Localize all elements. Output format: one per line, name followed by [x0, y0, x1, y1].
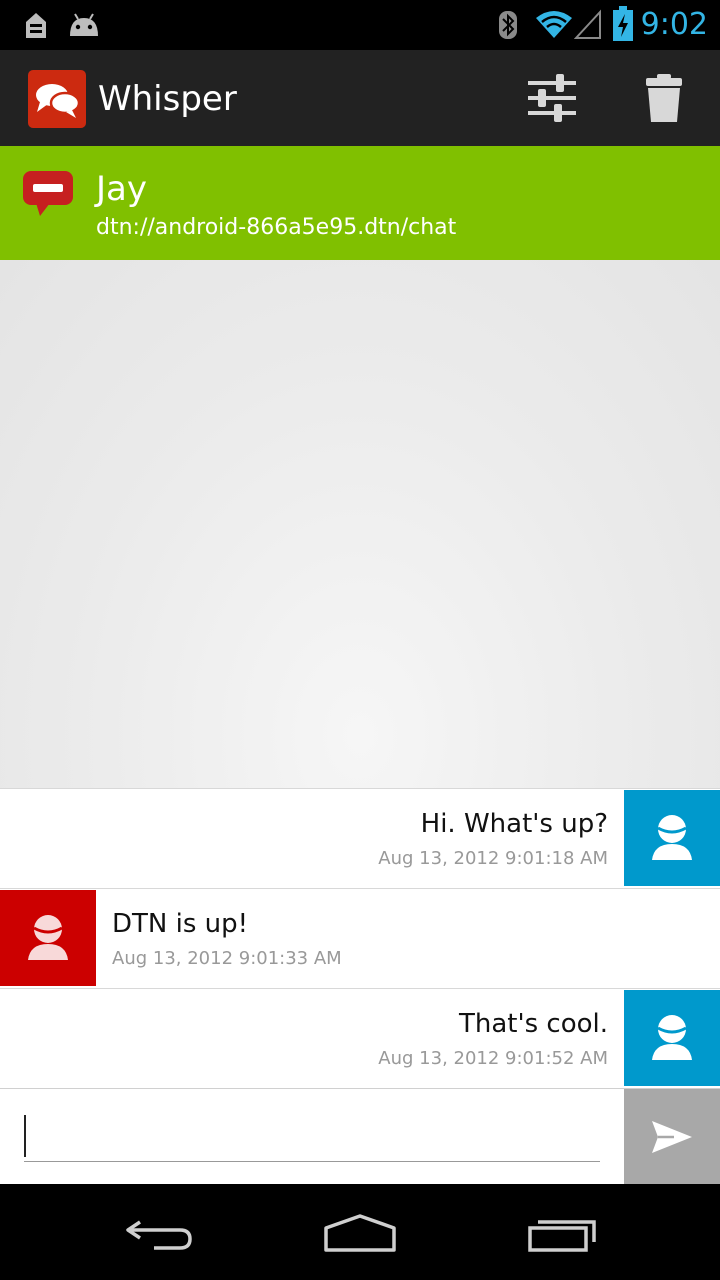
message-text: Hi. What's up?	[420, 809, 608, 839]
android-icon	[70, 13, 98, 36]
send-icon	[652, 1121, 692, 1153]
back-icon	[126, 1220, 192, 1250]
recent-apps-icon	[528, 1220, 596, 1252]
message-timestamp: Aug 13, 2012 9:01:52 AM	[378, 1048, 608, 1069]
message-item: DTN is up! Aug 13, 2012 9:01:33 AM	[0, 888, 720, 987]
chat-empty-area	[0, 260, 720, 788]
signal-icon	[574, 9, 601, 39]
action-bar: Whisper	[0, 50, 720, 146]
settings-button[interactable]	[504, 50, 600, 146]
send-button[interactable]	[624, 1089, 720, 1185]
battery-charging-icon	[613, 6, 633, 41]
app-logo-icon	[28, 70, 86, 128]
usb-debug-icon	[26, 13, 46, 38]
buddy-address: dtn://android-866a5e95.dtn/chat	[96, 215, 457, 240]
wifi-icon	[536, 11, 572, 38]
message-text: That's cool.	[458, 1009, 608, 1039]
avatar	[624, 990, 720, 1086]
app-title: Whisper	[98, 79, 237, 119]
settings-sliders-icon	[528, 74, 576, 122]
text-cursor	[24, 1115, 26, 1157]
recent-apps-button[interactable]	[502, 1200, 622, 1264]
bluetooth-icon	[499, 11, 517, 39]
user-avatar-icon	[652, 815, 692, 860]
status-clock: 9:02	[640, 7, 708, 42]
message-timestamp: Aug 13, 2012 9:01:18 AM	[378, 848, 608, 869]
delete-button[interactable]	[616, 50, 712, 146]
avatar	[624, 790, 720, 886]
status-bar: 9:02	[0, 0, 720, 50]
busy-status-icon	[23, 171, 73, 216]
avatar	[0, 890, 96, 986]
back-button[interactable]	[100, 1200, 220, 1264]
buddy-header: Jay dtn://android-866a5e95.dtn/chat	[0, 146, 720, 260]
trash-icon	[646, 74, 682, 122]
message-item: Hi. What's up? Aug 13, 2012 9:01:18 AM	[0, 788, 720, 887]
message-list: Hi. What's up? Aug 13, 2012 9:01:18 AM D…	[0, 788, 720, 1088]
message-composer	[0, 1088, 720, 1185]
message-item: That's cool. Aug 13, 2012 9:01:52 AM	[0, 988, 720, 1087]
home-button[interactable]	[300, 1200, 420, 1264]
user-avatar-icon	[652, 1015, 692, 1060]
message-timestamp: Aug 13, 2012 9:01:33 AM	[112, 948, 342, 969]
message-text: DTN is up!	[112, 909, 249, 939]
navigation-bar	[0, 1184, 720, 1280]
message-input[interactable]	[24, 1111, 600, 1162]
home-icon	[324, 1214, 396, 1252]
buddy-name: Jay	[96, 169, 147, 209]
user-avatar-icon	[28, 915, 68, 960]
